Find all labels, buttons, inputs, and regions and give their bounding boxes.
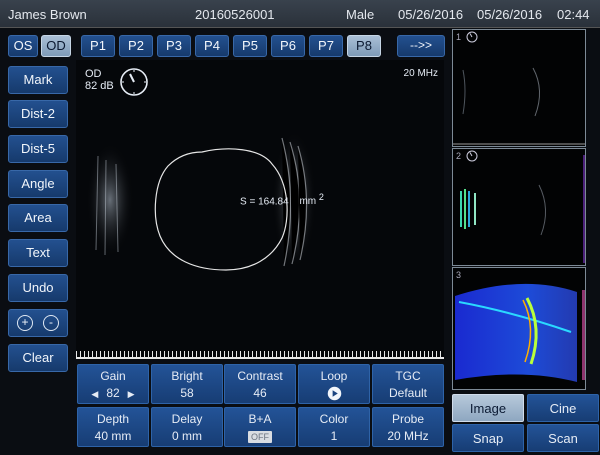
preset-p2-button[interactable]: P2 [119, 35, 153, 57]
frequency-label: 20 MHz [403, 68, 438, 79]
depth-ruler [76, 351, 444, 359]
preset-p4-button[interactable]: P4 [195, 35, 229, 57]
delay-label: Delay [171, 412, 203, 426]
b-scan-canvas [86, 130, 316, 271]
thumbnail-1-preview [453, 67, 585, 145]
tgc-control[interactable]: TGC Default [372, 364, 444, 404]
preset-p7-button[interactable]: P7 [309, 35, 343, 57]
thumbnail-2-index: 2 [456, 151, 462, 161]
image-mode-button[interactable]: Image [452, 394, 524, 422]
play-icon[interactable] [327, 386, 342, 401]
thumbnail-2-preview [460, 155, 585, 263]
preset-p3-button[interactable]: P3 [157, 35, 191, 57]
contrast-value: 46 [253, 386, 267, 400]
zoom-group: + - [8, 309, 68, 337]
probe-label: Probe [391, 412, 425, 426]
thumbnail-1-probe-icon [466, 31, 478, 43]
patient-name: James Brown [8, 7, 87, 22]
thumbnail-1-index: 1 [456, 32, 462, 42]
patient-sex: Male [346, 7, 375, 22]
cine-mode-button[interactable]: Cine [527, 394, 599, 422]
probe-control[interactable]: Probe 20 MHz [372, 407, 444, 447]
thumbnail-3-index: 3 [456, 270, 462, 280]
echo-left [86, 142, 134, 258]
undo-button[interactable]: Undo [8, 274, 68, 302]
ba-control[interactable]: B+A OFF [224, 407, 296, 447]
dist2-button[interactable]: Dist-2 [8, 100, 68, 128]
mark-button[interactable]: Mark [8, 66, 68, 94]
bright-label: Bright [171, 369, 203, 383]
text-button[interactable]: Text [8, 239, 68, 267]
thumbnail-2-probe-icon [466, 150, 478, 162]
bright-control[interactable]: Bright 58 [151, 364, 223, 404]
thumbnail-1[interactable]: 1 [452, 29, 586, 147]
thumbnail-3-preview [455, 283, 585, 382]
eye-os-button[interactable]: OS [8, 35, 38, 57]
tgc-label: TGC [395, 369, 421, 383]
status-bar: James Brown 20160526001 Male 05/26/2016 … [0, 0, 600, 28]
next-page-button[interactable]: -->> [397, 35, 445, 57]
image-info: OD 82 dB [85, 68, 114, 92]
gain-value: 82 [106, 386, 120, 400]
measurement-value: S = 164.84 [240, 196, 289, 208]
image-gain-label: 82 dB [85, 80, 114, 92]
delay-value: 0 mm [172, 429, 202, 443]
dist5-button[interactable]: Dist-5 [8, 135, 68, 163]
color-control[interactable]: Color 1 [298, 407, 370, 447]
ba-label: B+A [248, 412, 272, 426]
measurement-unit: mm [299, 196, 317, 208]
bright-value: 58 [180, 386, 194, 400]
delay-control[interactable]: Delay 0 mm [151, 407, 223, 447]
color-label: Color [319, 412, 349, 426]
probe-value: 20 MHz [387, 429, 429, 443]
probe-orientation-icon [120, 68, 148, 96]
preset-p6-button[interactable]: P6 [271, 35, 305, 57]
snap-button[interactable]: Snap [452, 424, 524, 452]
eye-od-button[interactable]: OD [41, 35, 71, 57]
scan-button[interactable]: Scan [527, 424, 599, 452]
depth-label: Depth [96, 412, 130, 426]
loop-control[interactable]: Loop [298, 364, 370, 404]
depth-value: 40 mm [94, 429, 132, 443]
contrast-control[interactable]: Contrast 46 [224, 364, 296, 404]
tgc-value: Default [388, 386, 428, 400]
preset-p8-button[interactable]: P8 [347, 35, 381, 57]
area-button[interactable]: Area [8, 204, 68, 232]
ba-state-badge: OFF [248, 431, 272, 443]
thumbnail-2[interactable]: 2 [452, 148, 586, 266]
gain-decrease-icon[interactable]: ◀ [91, 389, 98, 399]
zoom-in-icon[interactable]: + [17, 315, 33, 331]
contrast-label: Contrast [237, 369, 283, 383]
loop-label: Loop [320, 369, 348, 383]
measurement-unit-exp: 2 [318, 192, 324, 202]
gain-control[interactable]: Gain ◀ 82 ▶ [77, 364, 149, 404]
clear-button[interactable]: Clear [8, 344, 68, 372]
area-measurement: S = 164.84 mm 2 [240, 192, 324, 207]
zoom-out-icon[interactable]: - [43, 315, 59, 331]
ultrasound-image[interactable]: OD 82 dB 20 MHz S = 164.84 mm 2 [76, 60, 444, 358]
image-eye-label: OD [85, 68, 102, 80]
clock-time: 02:44 [557, 7, 590, 22]
exam-date: 05/26/2016 [398, 7, 464, 22]
preset-p1-button[interactable]: P1 [81, 35, 115, 57]
angle-button[interactable]: Angle [8, 170, 68, 198]
gain-label: Gain [100, 369, 126, 383]
color-value: 1 [330, 429, 338, 443]
area-trace [154, 148, 288, 271]
gain-increase-icon[interactable]: ▶ [128, 389, 135, 399]
patient-id: 20160526001 [195, 7, 275, 22]
current-date: 05/26/2016 [477, 7, 543, 22]
thumbnail-3[interactable]: 3 [452, 267, 586, 390]
preset-p5-button[interactable]: P5 [233, 35, 267, 57]
depth-control[interactable]: Depth 40 mm [77, 407, 149, 447]
